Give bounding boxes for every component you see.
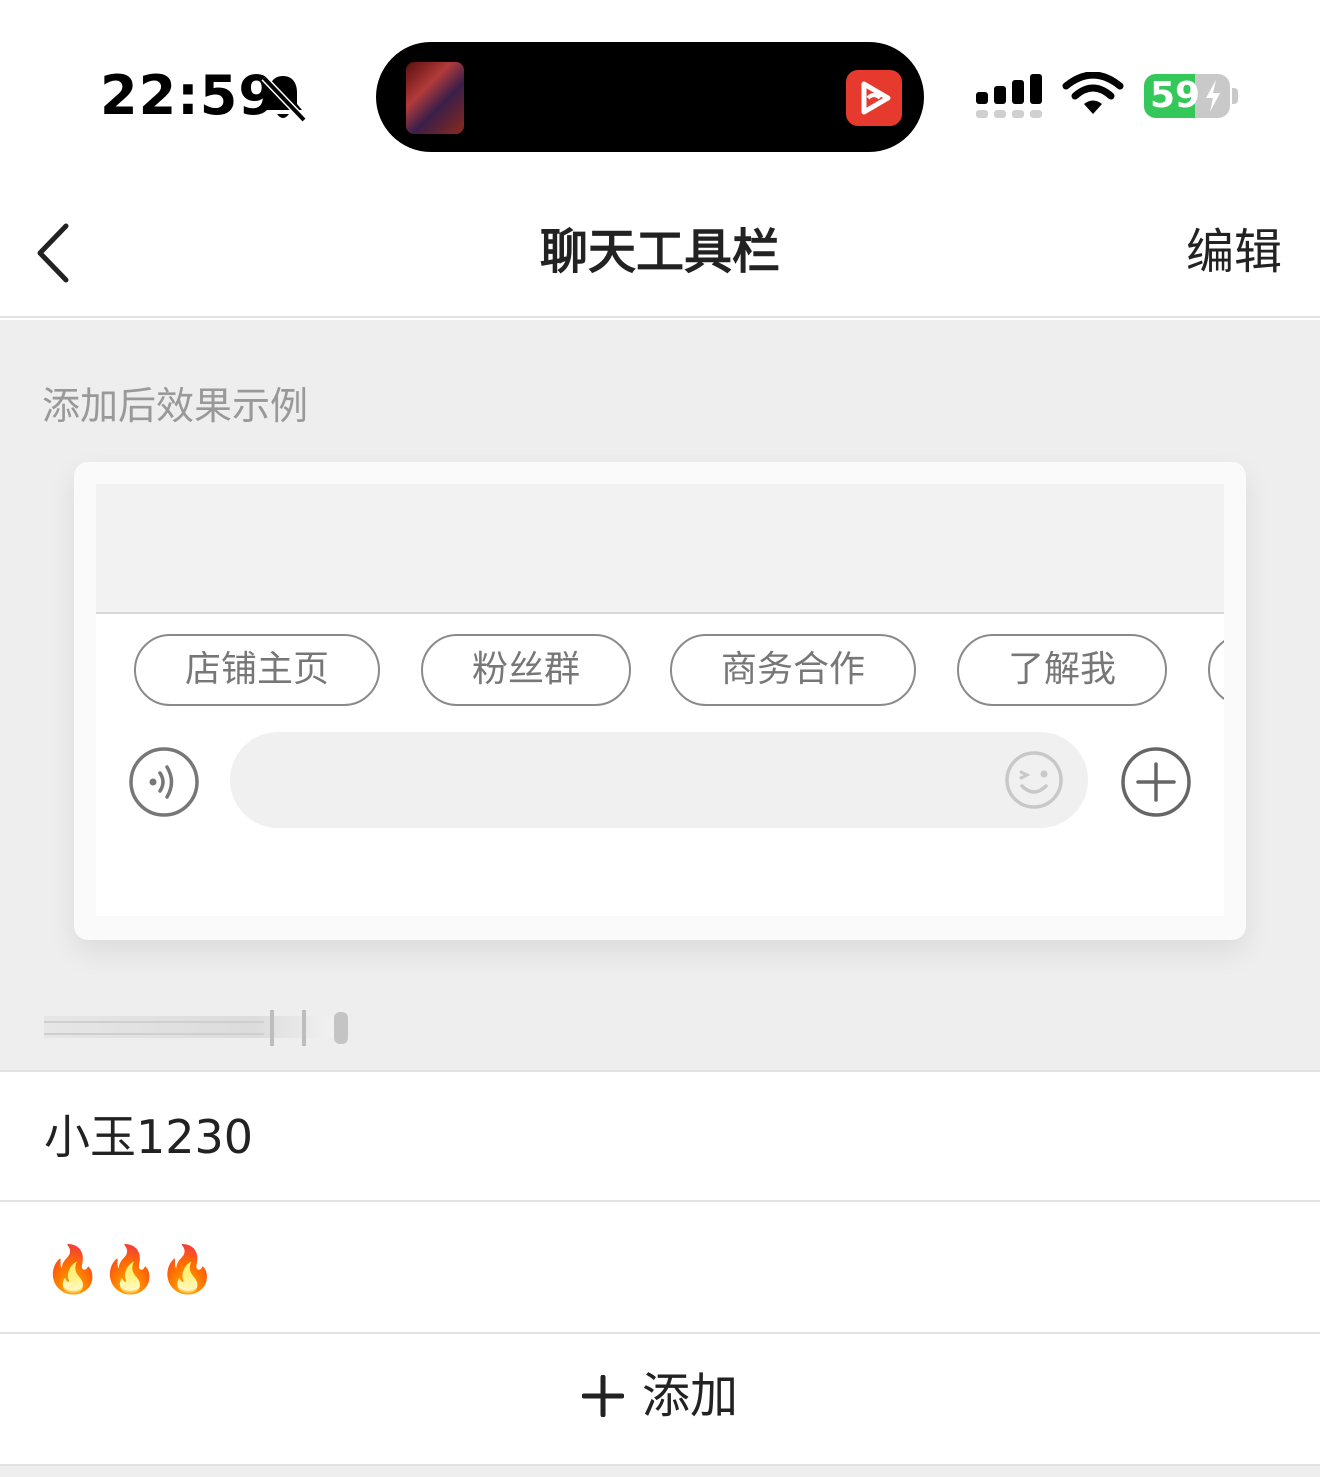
cellular-signal-icon	[976, 74, 1042, 118]
preview-chat-area	[96, 484, 1224, 614]
preview-card: 店铺主页 粉丝群 商务合作 了解我	[74, 462, 1246, 940]
list-item[interactable]: 小玉1230	[0, 1070, 1320, 1200]
media-thumbnail	[406, 62, 464, 134]
list-item-label: 小玉1230	[44, 1110, 254, 1164]
page-title: 聊天工具栏	[539, 224, 780, 280]
bottom-strip	[0, 1464, 1320, 1477]
list-item-label: 🔥🔥🔥	[44, 1242, 216, 1296]
list-item[interactable]: 🔥🔥🔥	[0, 1200, 1320, 1334]
nav-bar: 聊天工具栏 编辑	[0, 190, 1320, 318]
voice-icon	[129, 747, 199, 817]
preview-chip: 了解我	[957, 634, 1167, 706]
plus-icon	[581, 1375, 624, 1417]
preview-chat-mock: 店铺主页 粉丝群 商务合作 了解我	[96, 484, 1224, 916]
preview-label: 添加后效果示例	[42, 384, 309, 428]
preview-section: 添加后效果示例 店铺主页 粉丝群 商务合作 了解我	[0, 320, 1320, 1070]
charging-bolt-icon	[1206, 80, 1220, 112]
add-button-content: 添加	[0, 1364, 1320, 1428]
preview-input	[230, 732, 1088, 828]
add-button-label: 添加	[641, 1368, 738, 1424]
emoji-icon	[1005, 751, 1063, 809]
wifi-icon	[1062, 72, 1124, 114]
bell-muted-icon	[261, 75, 307, 123]
edit-button[interactable]: 编辑	[1186, 220, 1282, 284]
battery-cap	[1232, 88, 1238, 104]
dynamic-island	[376, 42, 924, 152]
preview-chip-partial	[1208, 634, 1224, 706]
preview-chip: 粉丝群	[421, 634, 631, 706]
plus-circle-icon	[1121, 747, 1191, 817]
preview-chip: 商务合作	[670, 634, 916, 706]
battery-indicator: 59	[1144, 74, 1230, 118]
preview-chip: 店铺主页	[134, 634, 380, 706]
battery-level: 59	[1150, 75, 1201, 116]
status-bar: 22:59 59	[0, 0, 1320, 190]
app-logo-icon	[846, 70, 902, 126]
redacted-content	[44, 1010, 348, 1046]
add-button[interactable]: 添加	[0, 1332, 1320, 1466]
status-time: 22:59	[100, 64, 277, 127]
